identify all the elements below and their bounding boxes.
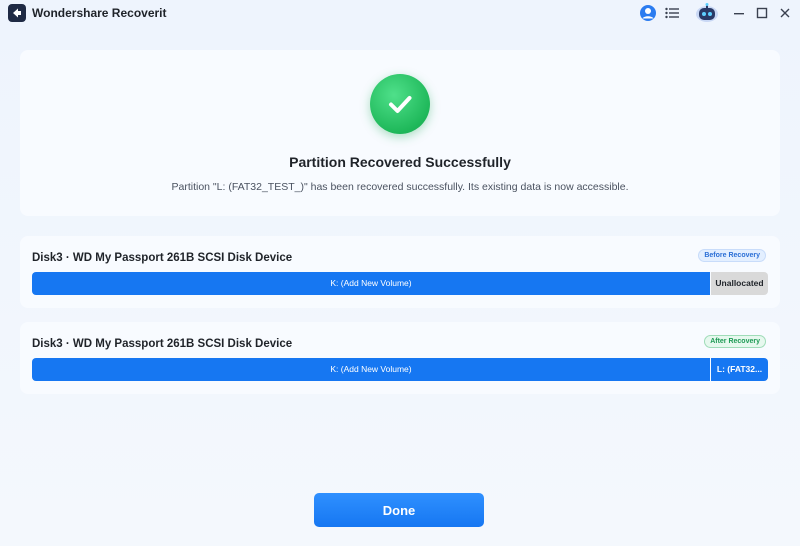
success-title: Partition Recovered Successfully (289, 154, 511, 170)
app-title: Wondershare Recoverit (32, 6, 167, 20)
before-recovery-disk-card: Disk3 · WD My Passport 261B SCSI Disk De… (20, 236, 780, 308)
close-icon[interactable] (775, 3, 795, 23)
recoverit-logo-icon (8, 4, 26, 22)
partition-segment-k[interactable]: K: (Add New Volume) (32, 358, 710, 381)
success-check-icon (370, 74, 430, 134)
recoverit-window: Wondershare Recoverit Partition Recovere… (0, 0, 800, 546)
success-panel: Partition Recovered Successfully Partiti… (20, 50, 780, 216)
menu-list-icon[interactable] (662, 3, 682, 23)
minimize-icon[interactable] (729, 3, 749, 23)
title-bar: Wondershare Recoverit (0, 0, 800, 26)
after-recovery-badge: After Recovery (704, 335, 766, 348)
before-recovery-badge: Before Recovery (698, 249, 766, 262)
partition-segment-unallocated[interactable]: Unallocated (710, 272, 768, 295)
after-recovery-disk-card: Disk3 · WD My Passport 261B SCSI Disk De… (20, 322, 780, 394)
ai-robot-assistant-icon[interactable] (694, 3, 720, 23)
partition-bar: K: (Add New Volume) Unallocated (32, 272, 768, 295)
success-description: Partition "L: (FAT32_TEST_)" has been re… (171, 181, 629, 193)
done-button[interactable]: Done (314, 493, 484, 527)
maximize-icon[interactable] (752, 3, 772, 23)
user-account-icon[interactable] (638, 3, 658, 23)
partition-segment-l-recovered[interactable]: L: (FAT32... (710, 358, 768, 381)
partition-segment-k[interactable]: K: (Add New Volume) (32, 272, 710, 295)
disk-name: Disk3 · WD My Passport 261B SCSI Disk De… (32, 338, 293, 350)
disk-name: Disk3 · WD My Passport 261B SCSI Disk De… (32, 252, 293, 264)
partition-bar: K: (Add New Volume) L: (FAT32... (32, 358, 768, 381)
